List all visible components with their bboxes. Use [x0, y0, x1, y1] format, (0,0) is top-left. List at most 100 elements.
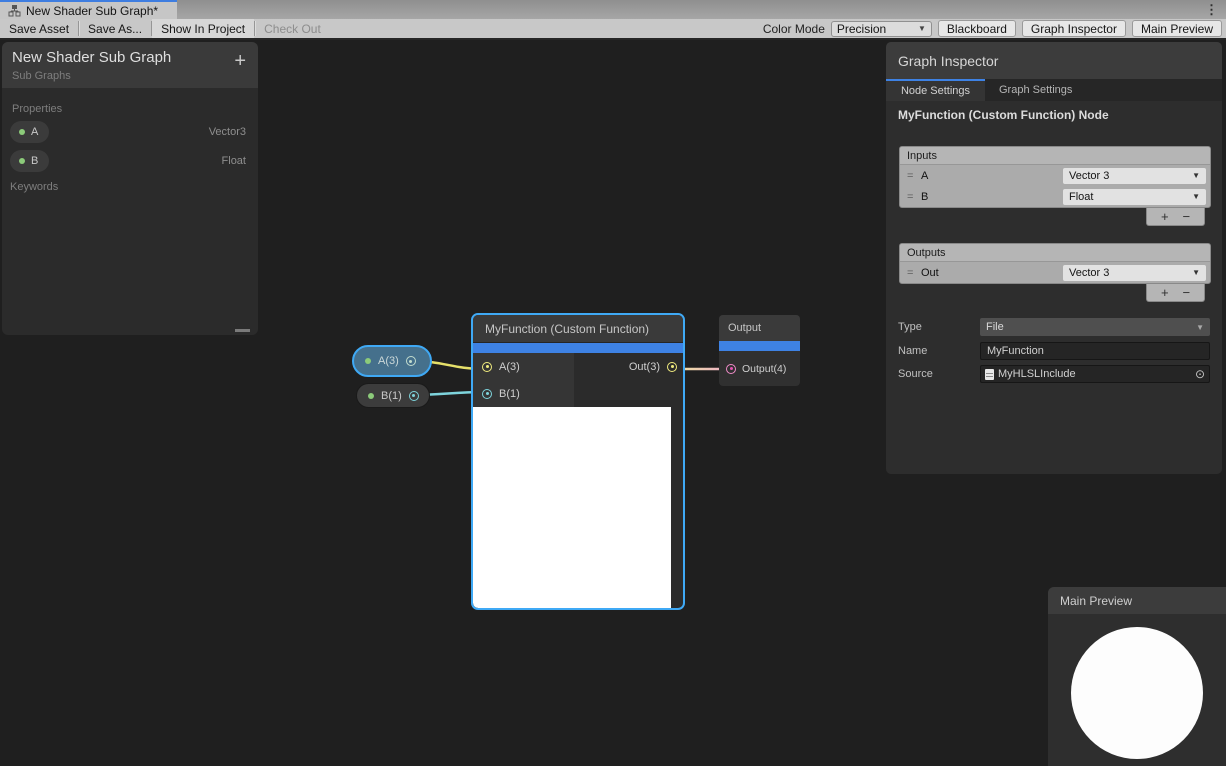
graph-inspector-toggle-button[interactable]: Graph Inspector	[1022, 20, 1126, 37]
output-type-dropdown[interactable]: Vector 3 ▼	[1063, 265, 1206, 281]
properties-section-label: Properties	[12, 103, 62, 115]
tab-new-shader-sub-graph[interactable]: New Shader Sub Graph*	[0, 0, 177, 19]
input-a-type-dropdown[interactable]: Vector 3 ▼	[1063, 168, 1206, 184]
tab-node-settings[interactable]: Node Settings	[886, 79, 985, 101]
source-value: MyHLSLInclude	[998, 368, 1076, 380]
list-row[interactable]: = B Float ▼	[900, 186, 1210, 207]
graph-canvas[interactable]: New Shader Sub Graph Sub Graphs + Proper…	[0, 40, 1226, 766]
keywords-section-label: Keywords	[10, 181, 58, 193]
inspector-title: Graph Inspector	[898, 53, 998, 69]
object-picker-icon[interactable]: ⊙	[1195, 367, 1205, 381]
property-node-b[interactable]: B(1)	[356, 383, 430, 408]
drag-handle-icon[interactable]: =	[907, 267, 921, 279]
outputs-list-footer: + −	[1146, 284, 1205, 302]
blackboard-property-b[interactable]: B	[10, 150, 49, 172]
input-port-label: Output(4)	[742, 363, 786, 375]
subgraph-asset-icon	[8, 4, 21, 17]
node-precision-strip	[719, 341, 800, 351]
blackboard-subtitle: Sub Graphs	[12, 70, 71, 82]
check-out-button: Check Out	[255, 19, 330, 38]
blackboard-toggle-button[interactable]: Blackboard	[938, 20, 1016, 37]
node-title[interactable]: Output	[719, 315, 800, 341]
remove-output-button[interactable]: −	[1182, 286, 1190, 300]
kebab-menu-icon[interactable]: ⋮	[1205, 1, 1218, 18]
row-name: B	[921, 191, 928, 203]
property-color-dot	[368, 393, 374, 399]
source-row: Source MyHLSLInclude ⊙	[898, 365, 1210, 383]
main-preview-toggle-button[interactable]: Main Preview	[1132, 20, 1222, 37]
property-node-a[interactable]: A(3)	[352, 345, 432, 377]
dropdown-value: File	[986, 321, 1004, 333]
dropdown-value: Vector 3	[1069, 170, 1109, 182]
port-icon[interactable]	[406, 356, 416, 366]
save-asset-button[interactable]: Save Asset	[0, 19, 78, 38]
property-node-label: A(3)	[378, 355, 399, 367]
source-label: Source	[898, 368, 980, 380]
output-node[interactable]: Output Output(4)	[719, 315, 800, 386]
drag-handle-icon[interactable]: =	[907, 191, 921, 203]
main-preview-header[interactable]: Main Preview	[1048, 587, 1226, 614]
inspected-node-title: MyFunction (Custom Function) Node	[898, 108, 1109, 122]
shader-preview-sphere	[1071, 627, 1203, 759]
show-in-project-button[interactable]: Show In Project	[152, 19, 254, 38]
main-preview-title: Main Preview	[1060, 594, 1132, 608]
node-title[interactable]: MyFunction (Custom Function)	[473, 315, 683, 343]
inputs-list-header: Inputs	[900, 147, 1210, 165]
shader-graph-window: New Shader Sub Graph* ⋮ Save Asset Save …	[0, 0, 1226, 766]
output-port-label: Out(3)	[629, 361, 660, 373]
node-preview-image	[473, 407, 671, 608]
drag-handle-icon[interactable]: =	[907, 170, 921, 182]
port-icon[interactable]	[726, 364, 736, 374]
save-as-button[interactable]: Save As...	[79, 19, 151, 38]
chevron-down-icon: ▼	[1192, 268, 1200, 277]
color-mode-value: Precision	[837, 22, 886, 36]
row-name: Out	[921, 267, 939, 279]
node-input-column: A(3) B(1)	[473, 353, 574, 407]
toolbar: Save Asset Save As... Show In Project Ch…	[0, 19, 1226, 40]
property-b-type: Float	[222, 155, 246, 167]
type-label: Type	[898, 321, 980, 333]
list-row[interactable]: = A Vector 3 ▼	[900, 165, 1210, 186]
name-input[interactable]: MyFunction	[980, 342, 1210, 360]
input-port-row: A(3)	[473, 353, 574, 380]
name-label: Name	[898, 345, 980, 357]
source-object-field[interactable]: MyHLSLInclude ⊙	[980, 365, 1210, 383]
tab-title: New Shader Sub Graph*	[26, 4, 158, 18]
input-port-row: Output(4)	[719, 351, 800, 386]
property-color-dot	[365, 358, 371, 364]
custom-function-node[interactable]: MyFunction (Custom Function) A(3) B(1) O…	[471, 313, 685, 610]
color-mode-dropdown[interactable]: Precision ▼	[831, 21, 932, 37]
add-property-button[interactable]: +	[234, 51, 246, 71]
inspector-header[interactable]: Graph Inspector	[886, 42, 1222, 79]
input-b-type-dropdown[interactable]: Float ▼	[1063, 189, 1206, 205]
property-node-label: B(1)	[381, 390, 402, 402]
chevron-down-icon: ▼	[1196, 323, 1204, 332]
blackboard-header[interactable]: New Shader Sub Graph Sub Graphs +	[2, 42, 258, 88]
blackboard-title: New Shader Sub Graph	[12, 49, 171, 66]
main-preview-panel: Main Preview	[1048, 587, 1226, 766]
inputs-list-footer: + −	[1146, 208, 1205, 226]
property-color-dot	[19, 158, 25, 164]
port-icon[interactable]	[482, 389, 492, 399]
type-dropdown[interactable]: File ▼	[980, 318, 1210, 336]
add-output-button[interactable]: +	[1161, 286, 1169, 300]
tab-graph-settings[interactable]: Graph Settings	[985, 79, 1086, 101]
blackboard-panel: New Shader Sub Graph Sub Graphs + Proper…	[2, 42, 258, 335]
property-a-type: Vector3	[209, 126, 246, 138]
resize-handle[interactable]	[235, 329, 250, 332]
outputs-list: Outputs = Out Vector 3 ▼	[899, 243, 1211, 284]
port-icon[interactable]	[667, 362, 677, 372]
input-port-label: B(1)	[499, 388, 520, 400]
port-icon[interactable]	[482, 362, 492, 372]
blackboard-property-a[interactable]: A	[10, 121, 49, 143]
port-icon[interactable]	[409, 391, 419, 401]
file-icon	[985, 369, 994, 380]
chevron-down-icon: ▼	[1192, 192, 1200, 201]
graph-inspector-panel: Graph Inspector Node Settings Graph Sett…	[886, 42, 1222, 474]
list-row[interactable]: = Out Vector 3 ▼	[900, 262, 1210, 283]
input-port-row: B(1)	[473, 380, 574, 407]
remove-input-button[interactable]: −	[1182, 210, 1190, 224]
inspector-tabs: Node Settings Graph Settings	[886, 79, 1222, 101]
add-input-button[interactable]: +	[1161, 210, 1169, 224]
color-mode-label: Color Mode	[763, 22, 825, 36]
